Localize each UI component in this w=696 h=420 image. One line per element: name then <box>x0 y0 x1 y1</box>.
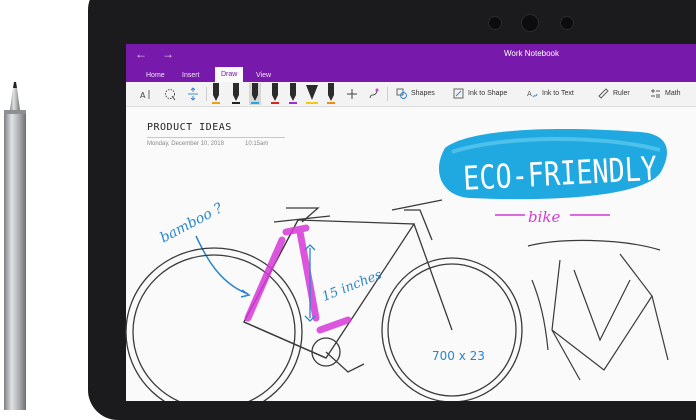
wheel-note: 700 x 23 <box>432 349 485 363</box>
bamboo-note: bamboo ? <box>158 200 226 246</box>
ink-drawing: ECO-FRIENDLY bike bamboo ? 15 inches 700… <box>125 129 669 401</box>
subhead-text: bike <box>528 208 560 226</box>
size-note: 15 inches <box>320 267 385 305</box>
